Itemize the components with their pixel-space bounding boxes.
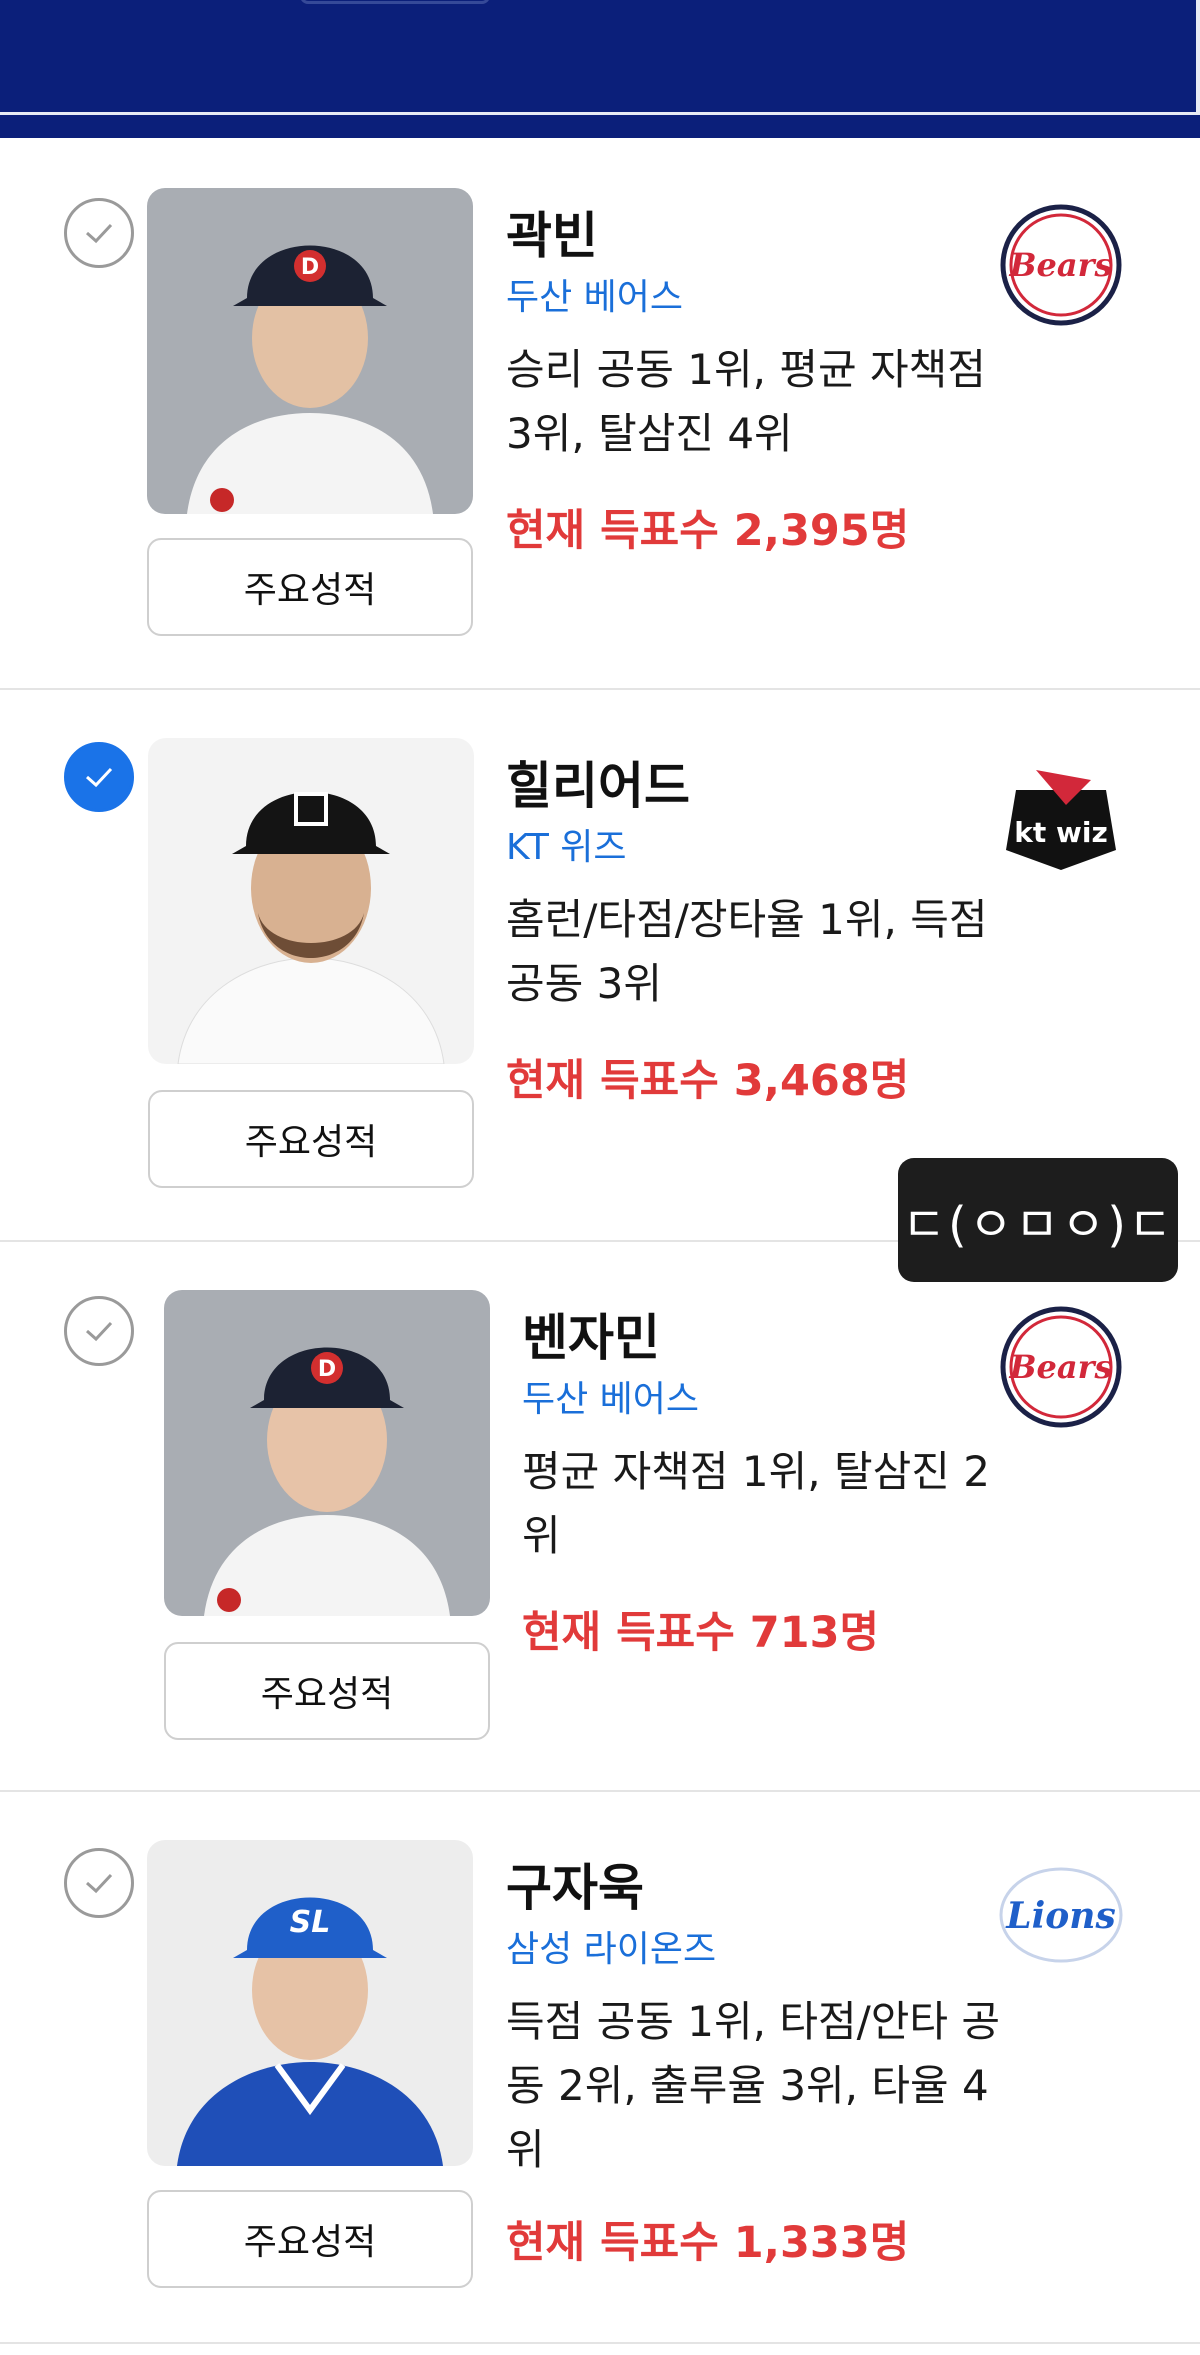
select-checkbox[interactable] <box>64 1296 134 1366</box>
select-checkbox[interactable] <box>64 742 134 812</box>
player-card: SL 주요성적 구자욱 삼성 라이온즈 득점 공동 1위, 타점/안타 공동 2… <box>0 1792 1200 2344</box>
player-name: 힐리어드 <box>506 757 690 815</box>
team-name: 두산 베어스 <box>522 1379 700 1420</box>
doosan-bears-logo-icon: Bears <box>996 200 1126 330</box>
banner-divider <box>0 112 1196 115</box>
player-record: 승리 공동 1위, 평균 자책점 3위, 탈삼진 4위 <box>506 345 986 458</box>
player-name: 구자욱 <box>506 1859 644 1917</box>
svg-text:kt wiz: kt wiz <box>1014 816 1108 849</box>
team-name: 두산 베어스 <box>506 277 684 318</box>
player-name: 벤자민 <box>522 1309 660 1367</box>
player-card: D 주요성적 벤자민 두산 베어스 평균 자책점 1위, 탈삼진 2위 현재 득… <box>0 1242 1200 1792</box>
team-name: KT 위즈 <box>506 827 627 868</box>
svg-text:SL: SL <box>290 1905 331 1940</box>
stats-button[interactable]: 주요성적 <box>147 2190 473 2288</box>
doosan-bears-logo-icon: Bears <box>996 1302 1126 1432</box>
svg-text:D: D <box>301 255 319 280</box>
player-photo <box>148 738 474 1064</box>
svg-text:Bears: Bears <box>1008 246 1112 284</box>
player-name: 곽빈 <box>506 207 598 265</box>
stats-button[interactable]: 주요성적 <box>164 1642 490 1740</box>
banner-edge <box>1196 0 1200 115</box>
svg-text:D: D <box>318 1357 336 1382</box>
stats-button[interactable]: 주요성적 <box>148 1090 474 1188</box>
team-name: 삼성 라이온즈 <box>506 1929 717 1970</box>
stats-button[interactable]: 주요성적 <box>147 538 473 636</box>
player-photo: SL <box>147 1840 473 2166</box>
player-record: 평균 자책점 1위, 탈삼진 2위 <box>522 1447 990 1560</box>
banner-badge <box>300 0 490 4</box>
player-record: 홈런/타점/장타율 1위, 득점 공동 3위 <box>506 895 988 1008</box>
player-photo: D <box>164 1290 490 1616</box>
kt-wiz-logo-icon: kt wiz <box>996 750 1126 880</box>
player-card: D 주요성적 곽빈 두산 베어스 승리 공동 1위, 평균 자책점 3위, 탈삼… <box>0 138 1200 690</box>
vote-count: 현재 득표수 713명 <box>522 1608 880 1658</box>
svg-text:Lions: Lions <box>1005 1895 1115 1937</box>
samsung-lions-logo-icon: Lions <box>996 1850 1126 1980</box>
emoticon-badge: ㄷ(ㅇㅁㅇ)ㄷ <box>898 1158 1178 1282</box>
svg-text:Bears: Bears <box>1008 1348 1112 1386</box>
player-record: 득점 공동 1위, 타점/안타 공동 2위, 출루율 3위, 타율 4위 <box>506 1997 1001 2174</box>
select-checkbox[interactable] <box>64 198 134 268</box>
player-photo: D <box>147 188 473 514</box>
top-banner <box>0 0 1200 138</box>
vote-count: 현재 득표수 3,468명 <box>506 1056 910 1106</box>
select-checkbox[interactable] <box>64 1848 134 1918</box>
vote-count: 현재 득표수 2,395명 <box>506 506 910 556</box>
vote-count: 현재 득표수 1,333명 <box>506 2218 910 2268</box>
